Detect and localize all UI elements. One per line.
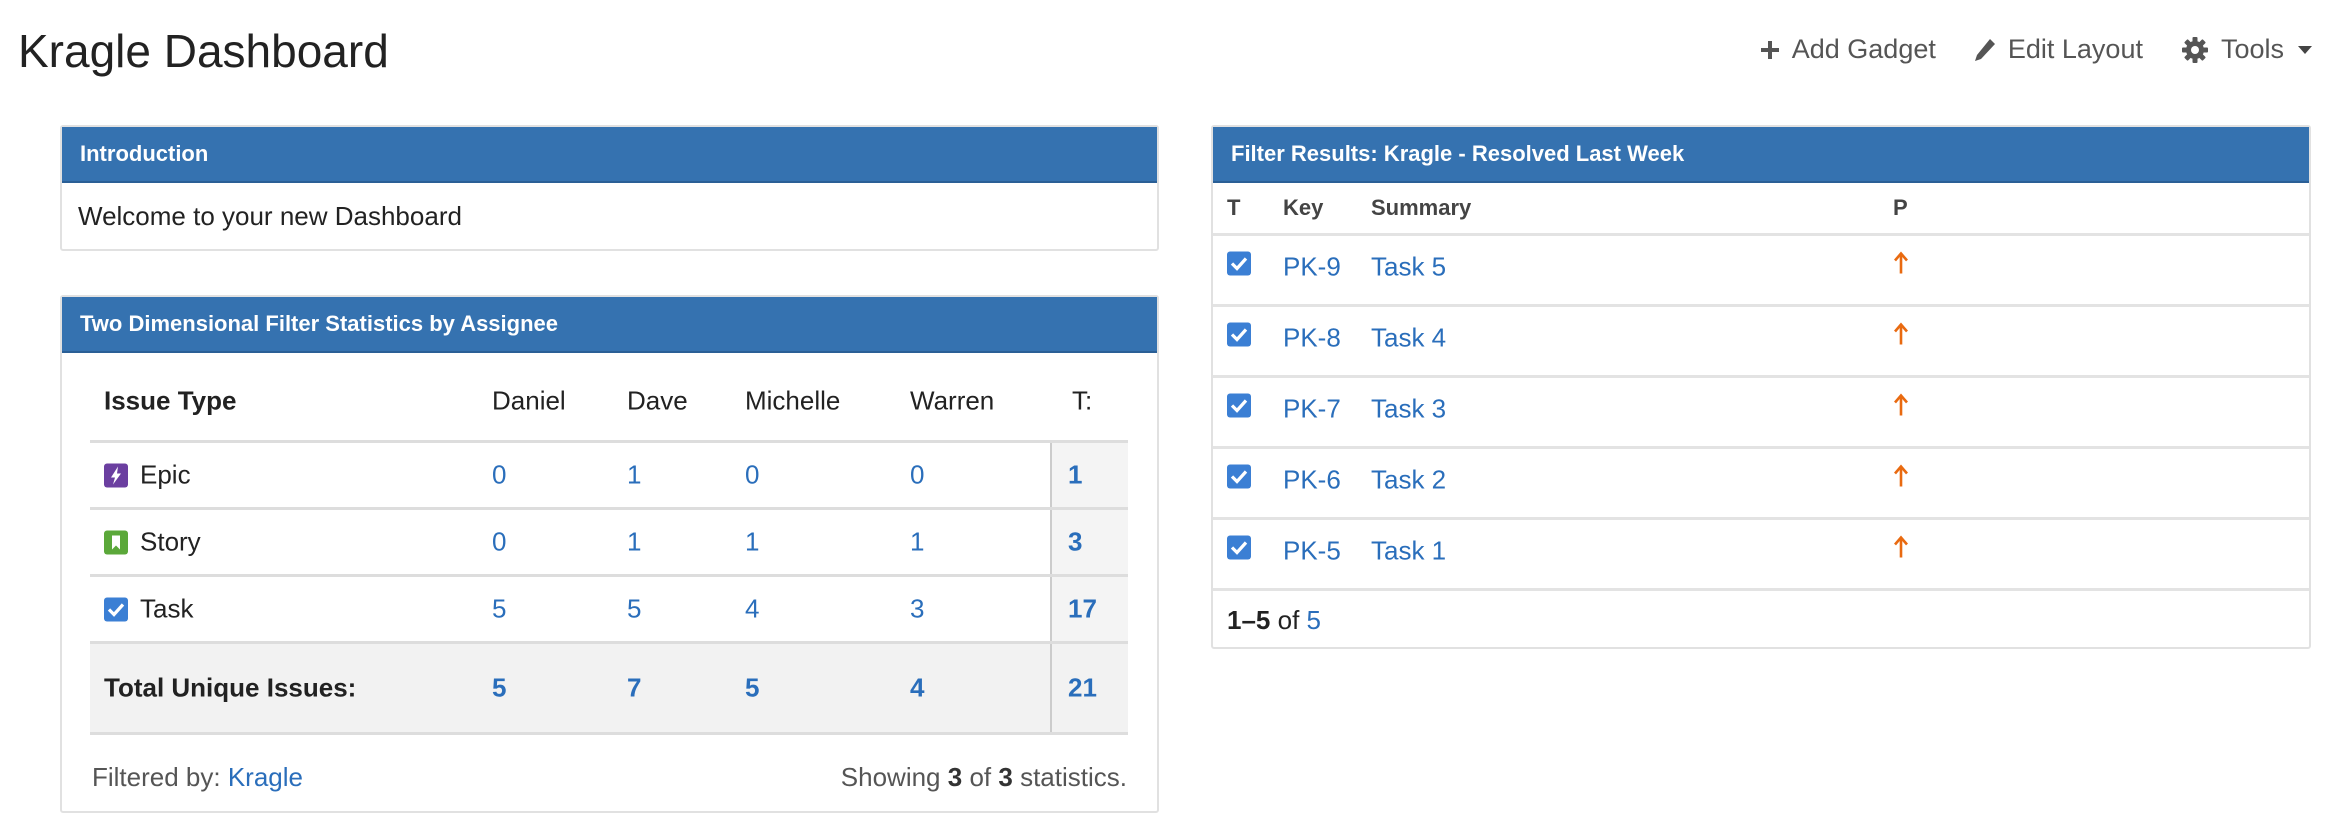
two-dimensional-stats-gadget: Two Dimensional Filter Statistics by Ass… — [60, 295, 1159, 813]
table-row: PK-5 Task 1 — [1213, 520, 2309, 591]
epic-icon — [104, 463, 128, 487]
task-icon — [104, 597, 128, 621]
pagination: 1–5 of 5 — [1227, 605, 1322, 635]
filter-results-gadget: Filter Results: Kragle - Resolved Last W… — [1211, 125, 2311, 649]
column-header-key[interactable]: Key — [1283, 195, 1323, 221]
stat-value-link[interactable]: 0 — [492, 527, 506, 558]
table-header-row: T Key Summary P — [1213, 183, 2309, 236]
issue-type-label: Story — [140, 526, 201, 557]
showing-count: Showing 3 of 3 statistics. — [840, 762, 1127, 792]
issue-summary-link[interactable]: Task 5 — [1371, 251, 1446, 282]
stat-total-link[interactable]: 1 — [1068, 460, 1082, 491]
results-rows: PK-9 Task 5 PK-8 Task 4 PK-7 Task 3 PK-6 Task 2… — [1213, 236, 2309, 591]
issue-summary-link[interactable]: Task 3 — [1371, 393, 1446, 424]
stat-value-link[interactable]: 5 — [492, 594, 506, 625]
stat-value-link[interactable]: 3 — [910, 594, 924, 625]
column-header-warren: Warren — [910, 385, 995, 416]
stat-value-link[interactable]: 0 — [745, 460, 759, 491]
issue-type-label: Task — [140, 593, 194, 624]
issue-key-link[interactable]: PK-7 — [1283, 393, 1341, 424]
stat-total-link[interactable]: 17 — [1068, 594, 1097, 625]
column-header-michelle: Michelle — [745, 385, 841, 416]
issue-key-link[interactable]: PK-6 — [1283, 464, 1341, 495]
stat-value-link[interactable]: 1 — [745, 527, 759, 558]
table-row: PK-9 Task 5 — [1213, 236, 2309, 307]
stat-value-link[interactable]: 1 — [910, 527, 924, 558]
totals-row: Total Unique Issues: 5 7 5 4 21 — [90, 644, 1128, 735]
column-header-type[interactable]: T — [1227, 195, 1240, 221]
issue-summary-link[interactable]: Task 1 — [1371, 535, 1446, 566]
column-header-priority[interactable]: P — [1893, 195, 1908, 221]
table-row: PK-7 Task 3 — [1213, 378, 2309, 449]
stat-value-link[interactable]: 0 — [492, 460, 506, 491]
task-icon — [1227, 464, 1251, 489]
issue-key-link[interactable]: PK-9 — [1283, 251, 1341, 282]
issue-type-label: Epic — [140, 459, 191, 490]
stat-total-link[interactable]: 3 — [1068, 527, 1082, 558]
issue-summary-link[interactable]: Task 2 — [1371, 464, 1446, 495]
introduction-gadget: Introduction Welcome to your new Dashboa… — [60, 125, 1159, 251]
task-icon — [1227, 535, 1251, 560]
issue-summary-link[interactable]: Task 4 — [1371, 322, 1446, 353]
major-priority-icon — [1893, 535, 1909, 566]
column-header-dave: Dave — [627, 385, 688, 416]
stats-footer: Filtered by: Kragle Showing 3 of 3 stati… — [92, 762, 1127, 793]
pencil-icon — [1974, 38, 1996, 62]
tools-dropdown[interactable]: Tools — [2181, 34, 2312, 65]
major-priority-icon — [1893, 393, 1909, 424]
pagination-total-link[interactable]: 5 — [1307, 605, 1321, 635]
table-row: PK-8 Task 4 — [1213, 307, 2309, 378]
story-icon — [104, 530, 128, 554]
stat-value-link[interactable]: 1 — [627, 460, 641, 491]
column-header-daniel: Daniel — [492, 385, 566, 416]
major-priority-icon — [1893, 464, 1909, 495]
issue-key-link[interactable]: PK-5 — [1283, 535, 1341, 566]
task-icon — [1227, 393, 1251, 418]
major-priority-icon — [1893, 251, 1909, 282]
task-icon — [1227, 251, 1251, 276]
filter-link[interactable]: Kragle — [228, 762, 303, 792]
filtered-by-label: Filtered by: — [92, 762, 221, 792]
edit-layout-label: Edit Layout — [2007, 34, 2143, 64]
gear-icon — [2181, 36, 2209, 64]
total-value-link[interactable]: 4 — [910, 673, 924, 704]
gadget-title[interactable]: Introduction — [62, 127, 1157, 183]
table-row: Epic 0 1 0 0 1 — [90, 443, 1128, 510]
chevron-down-icon — [2298, 45, 2312, 54]
page-title: Kragle Dashboard — [18, 25, 389, 77]
stat-value-link[interactable]: 4 — [745, 594, 759, 625]
stats-table: Issue Type Daniel Dave Michelle Warren T… — [90, 351, 1128, 735]
total-value-link[interactable]: 5 — [492, 673, 506, 704]
stat-value-link[interactable]: 1 — [627, 527, 641, 558]
stat-value-link[interactable]: 5 — [627, 594, 641, 625]
dashboard-toolbar: Add Gadget Edit Layout Tools — [1760, 34, 2312, 65]
plus-icon — [1760, 40, 1780, 60]
table-header-row: Issue Type Daniel Dave Michelle Warren T… — [90, 351, 1128, 443]
major-priority-icon — [1893, 322, 1909, 353]
task-icon — [1227, 322, 1251, 347]
total-value-link[interactable]: 5 — [745, 673, 759, 704]
table-row: Task 5 5 4 3 17 — [90, 577, 1128, 644]
table-row: Story 0 1 1 1 3 — [90, 510, 1128, 577]
gadget-title[interactable]: Filter Results: Kragle - Resolved Last W… — [1213, 127, 2309, 183]
tools-label: Tools — [2220, 34, 2284, 64]
totals-label: Total Unique Issues: — [104, 672, 357, 703]
pagination-range: 1–5 — [1227, 605, 1271, 635]
gadget-title[interactable]: Two Dimensional Filter Statistics by Ass… — [62, 297, 1157, 353]
grand-total-link[interactable]: 21 — [1068, 673, 1097, 704]
add-gadget-label: Add Gadget — [1791, 34, 1936, 64]
column-header-issue-type: Issue Type — [104, 385, 237, 416]
total-value-link[interactable]: 7 — [627, 673, 641, 704]
intro-text: Welcome to your new Dashboard — [78, 201, 462, 231]
column-header-summary[interactable]: Summary — [1371, 195, 1471, 221]
table-row: PK-6 Task 2 — [1213, 449, 2309, 520]
column-header-total: T: — [1072, 385, 1093, 416]
issue-key-link[interactable]: PK-8 — [1283, 322, 1341, 353]
add-gadget-button[interactable]: Add Gadget — [1760, 34, 1936, 65]
stat-value-link[interactable]: 0 — [910, 460, 924, 491]
edit-layout-button[interactable]: Edit Layout — [1974, 34, 2143, 65]
